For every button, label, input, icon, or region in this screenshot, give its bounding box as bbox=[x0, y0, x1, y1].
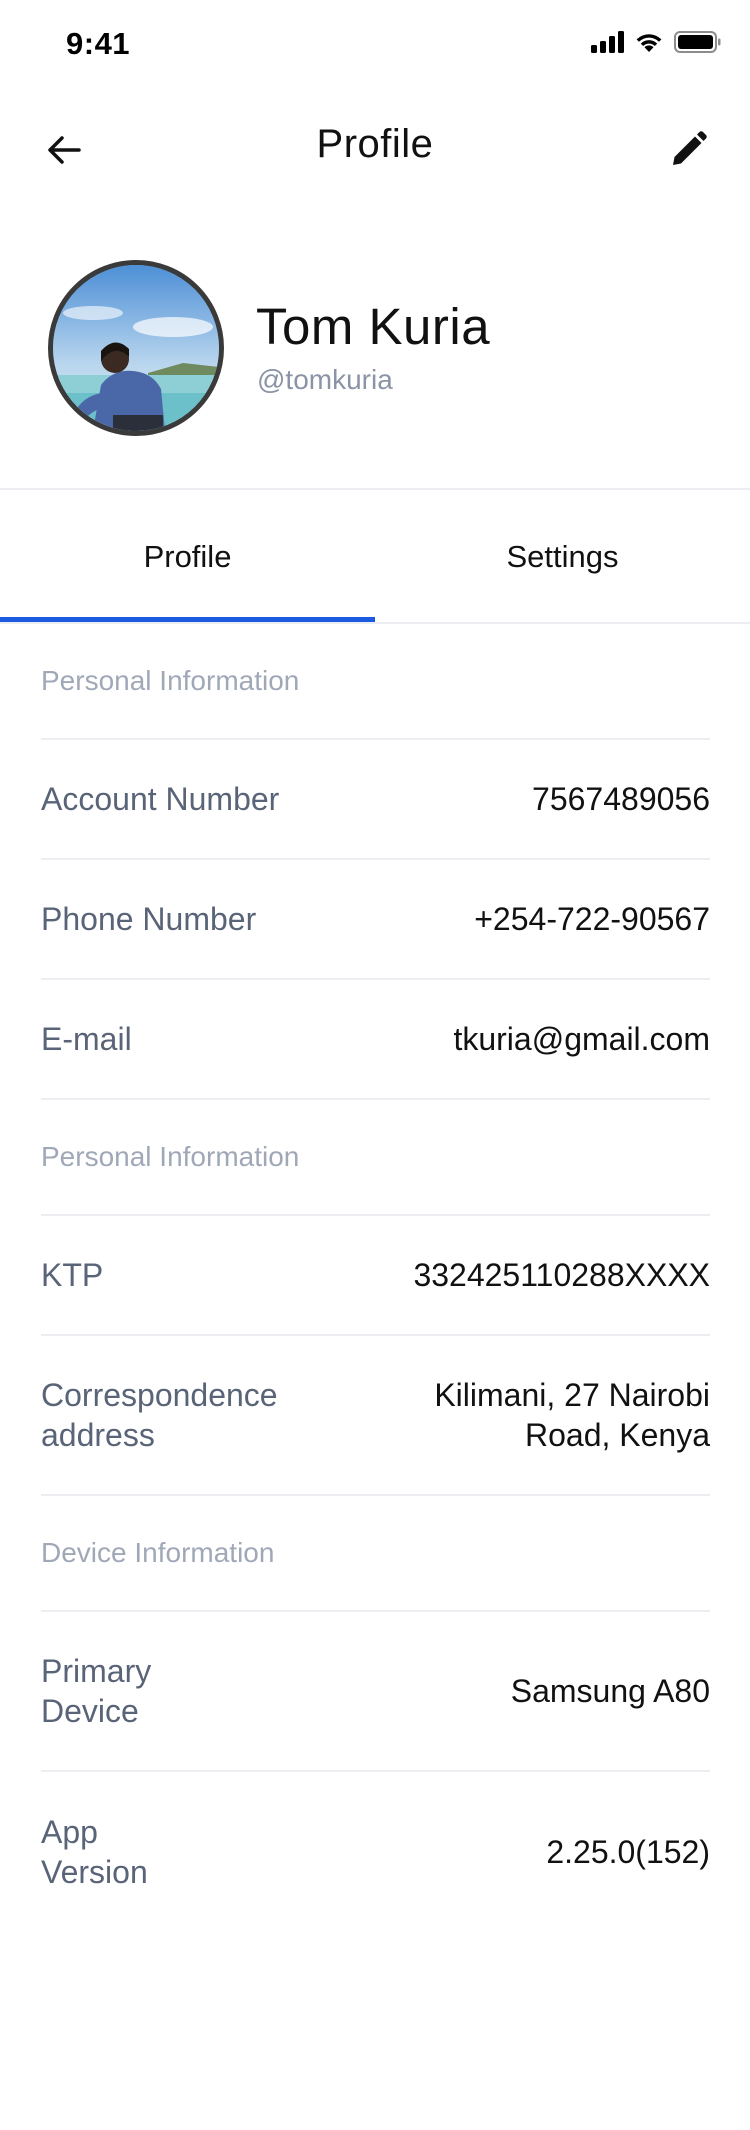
battery-icon bbox=[674, 31, 721, 53]
row-value: 332425110288XXXX bbox=[413, 1257, 710, 1293]
info-row-phone-number: Phone Number +254-722-90567 bbox=[41, 860, 710, 980]
cellular-signal-icon bbox=[591, 31, 624, 53]
edit-profile-button[interactable] bbox=[664, 126, 712, 174]
section-title-personal-information: Personal Information bbox=[41, 1100, 710, 1216]
info-row-email: E-mail tkuria@gmail.com bbox=[41, 980, 710, 1100]
page-title: Profile bbox=[316, 122, 434, 166]
row-label: Account Number bbox=[41, 781, 280, 817]
profile-header: Tom Kuria @tomkuria bbox=[0, 250, 750, 440]
info-row-app-version: App Version 2.25.0(152) bbox=[41, 1772, 710, 1932]
section-title-device-information: Device Information bbox=[41, 1496, 710, 1612]
row-value: Samsung A80 bbox=[510, 1673, 710, 1709]
tab-bar: Profile Settings bbox=[0, 490, 750, 623]
row-label: Correspondence address bbox=[41, 1377, 278, 1453]
user-handle: @tomkuria bbox=[257, 364, 393, 395]
nav-bar: Profile bbox=[0, 108, 750, 188]
avatar[interactable] bbox=[48, 260, 224, 436]
tab-settings[interactable]: Settings bbox=[375, 490, 750, 623]
row-value: Kilimani, 27 Nairobi Road, Kenya bbox=[434, 1377, 710, 1453]
row-value: 2.25.0(152) bbox=[546, 1834, 710, 1870]
tab-profile[interactable]: Profile bbox=[0, 490, 375, 623]
user-name: Tom Kuria bbox=[256, 298, 491, 355]
status-icons bbox=[591, 30, 722, 54]
row-label: App Version bbox=[41, 1814, 148, 1890]
info-row-account-number: Account Number 7567489056 bbox=[41, 740, 710, 860]
row-label: Primary Device bbox=[41, 1653, 152, 1729]
avatar-photo bbox=[53, 265, 219, 431]
info-list: Personal Information Account Number 7567… bbox=[41, 624, 710, 1932]
section-title-personal-information: Personal Information bbox=[41, 624, 710, 740]
pencil-icon bbox=[673, 131, 707, 165]
row-value: tkuria@gmail.com bbox=[453, 1021, 710, 1057]
info-row-primary-device: Primary Device Samsung A80 bbox=[41, 1612, 710, 1772]
info-row-correspondence-address: Correspondence address Kilimani, 27 Nair… bbox=[41, 1336, 710, 1496]
row-label: E-mail bbox=[41, 1021, 132, 1057]
status-bar: 9:41 bbox=[0, 0, 750, 88]
row-value: +254-722-90567 bbox=[474, 901, 710, 937]
info-row-ktp: KTP 332425110288XXXX bbox=[41, 1216, 710, 1336]
status-time: 9:41 bbox=[66, 26, 131, 61]
wifi-icon bbox=[636, 34, 662, 52]
row-label: KTP bbox=[41, 1257, 104, 1293]
row-label: Phone Number bbox=[41, 901, 257, 937]
row-value: 7567489056 bbox=[532, 781, 710, 817]
